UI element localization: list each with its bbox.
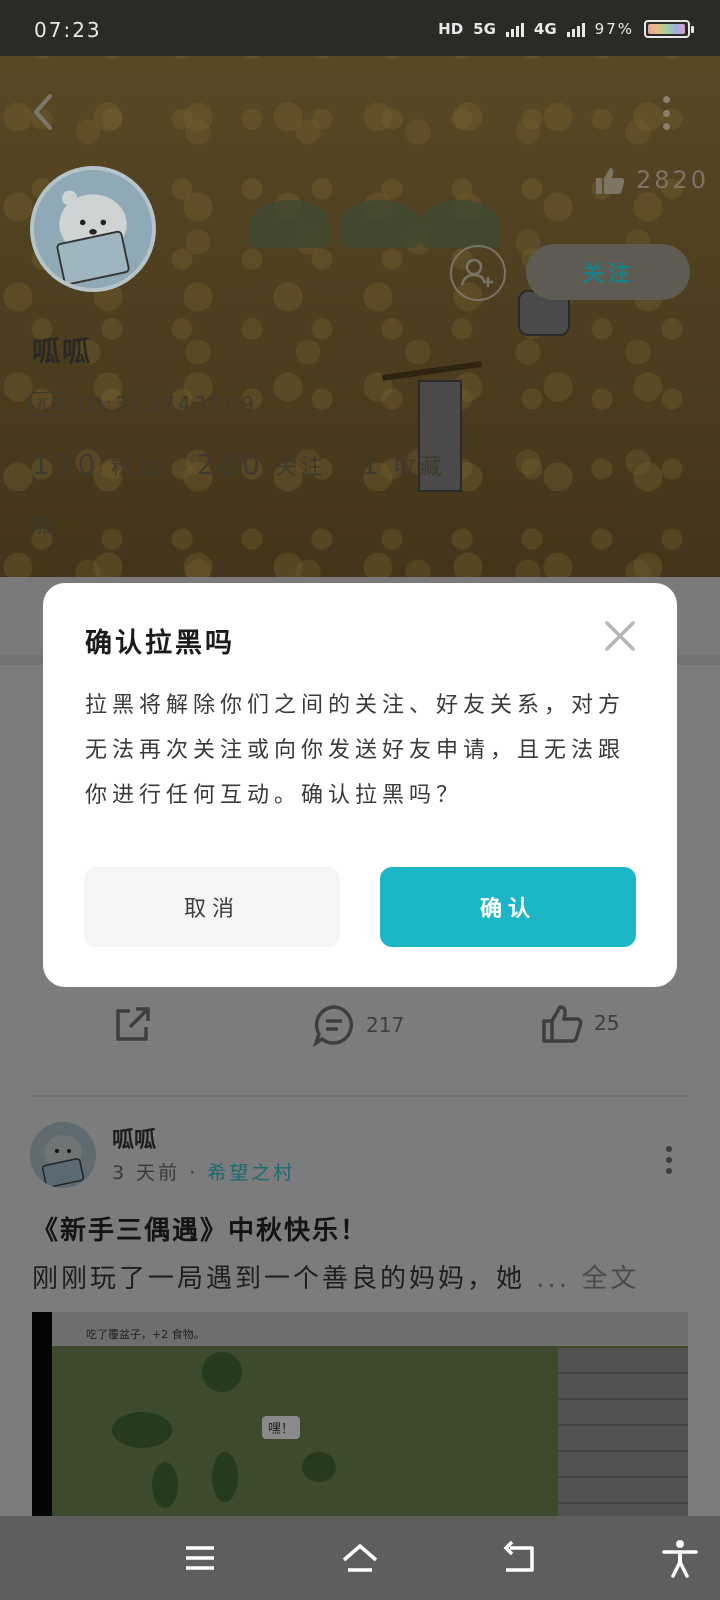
like-button[interactable]: 25 (540, 1001, 619, 1045)
back-button[interactable] (26, 90, 62, 134)
menu-button[interactable] (180, 1538, 220, 1578)
comment-count: 217 (366, 1013, 405, 1037)
etiquette-badge: 礼仪 (30, 392, 72, 416)
scene-bush (420, 200, 500, 248)
post-meta-separator: · (189, 1162, 199, 1184)
back-icon (503, 1540, 534, 1572)
profile-id: ID:365743709 (78, 392, 257, 416)
confirm-block-button[interactable]: 确认 (380, 867, 636, 947)
post-divider (30, 1095, 690, 1097)
bear-avatar-icon (34, 170, 152, 288)
post-author-name[interactable]: 呱呱 (112, 1122, 156, 1154)
post-time: 3 天前 (112, 1162, 181, 1184)
game-tree (212, 1452, 238, 1502)
game-tree (202, 1352, 242, 1392)
game-speech-bubble: 嘿！ (262, 1416, 301, 1439)
dialog-message: 拉黑将解除你们之间的关注、好友关系，对方无法再次关注或向你发送好友申请，且无法跟… (85, 693, 626, 808)
system-nav-bar (0, 1516, 720, 1600)
avatar[interactable] (30, 166, 156, 292)
signal-4g-label: 4G (533, 20, 557, 38)
dialog-close-button[interactable] (603, 619, 637, 653)
likes-number: 2820 (636, 166, 710, 194)
dot-icon (666, 1146, 672, 1152)
stat-number: 1 (360, 448, 384, 481)
status-bar: 07:23 HD 5G 4G 97% (0, 0, 720, 56)
follow-button[interactable]: 关注 (526, 244, 690, 300)
stat-label: 关注 (274, 455, 327, 480)
profile-bio: 呱 (32, 514, 55, 539)
home-icon (342, 1544, 378, 1572)
read-more-link[interactable]: ... 全文 (536, 1264, 639, 1294)
share-button[interactable] (112, 1003, 154, 1045)
bear-avatar-icon (30, 1122, 96, 1188)
dot-icon (662, 109, 670, 117)
stat-label: 粉丝 (110, 455, 163, 480)
post-meta: 3 天前 · 希望之村 (112, 1158, 295, 1185)
post-excerpt[interactable]: 刚刚玩了一局遇到一个善良的妈妈，她 ... 全文 (32, 1258, 639, 1295)
post-topic-tag[interactable]: 希望之村 (207, 1162, 295, 1184)
thumbs-up-icon (596, 168, 625, 194)
post-author-avatar[interactable] (30, 1122, 96, 1188)
stat-number: 280 (196, 448, 265, 481)
thumbs-up-outline-icon (542, 1005, 583, 1043)
likes-count[interactable]: 2820 (594, 164, 709, 196)
signal-5g-icon (505, 21, 524, 37)
battery-icon (644, 20, 694, 38)
signal-5g-label: 5G (473, 20, 496, 38)
more-options-button[interactable] (656, 96, 676, 130)
menu-icon (186, 1546, 214, 1570)
game-tree (112, 1412, 172, 1448)
post-title[interactable]: 《新手三偶遇》中秋快乐！ (32, 1210, 368, 1247)
accessibility-button[interactable] (660, 1538, 700, 1578)
close-icon (605, 621, 635, 651)
dialog-title: 确认拉黑吗 (85, 628, 235, 659)
game-stone-floor (558, 1348, 688, 1522)
post-action-bar: 217 25 (0, 987, 720, 1057)
profile-id-row: 礼仪 ID:365743709 (30, 392, 257, 416)
game-hint-text: 吃了覆盆子，+2 食物。 (86, 1328, 205, 1341)
accessibility-icon (662, 1540, 698, 1578)
add-friend-button[interactable] (450, 245, 506, 301)
cancel-button[interactable]: 取消 (84, 867, 340, 947)
status-time: 07:23 (34, 18, 102, 42)
stat-favorites[interactable]: 1 收藏 (361, 448, 446, 481)
status-icons: HD 5G 4G 97% (438, 20, 694, 38)
signal-4g-icon (566, 21, 585, 37)
stat-fans[interactable]: 130 粉丝 (32, 448, 162, 481)
post-more-button[interactable] (666, 1146, 674, 1174)
hd-indicator: HD (438, 20, 464, 38)
stat-number: 130 (32, 448, 101, 481)
share-icon (116, 1007, 150, 1041)
game-tree (302, 1452, 336, 1482)
dot-icon (662, 123, 670, 130)
dot-icon (662, 96, 670, 103)
stat-label: 收藏 (393, 455, 446, 480)
block-confirm-dialog: 确认拉黑吗 拉黑将解除你们之间的关注、好友关系，对方无法再次关注或向你发送好友申… (43, 583, 677, 987)
chevron-left-icon (34, 94, 52, 130)
profile-stats: 130 粉丝 280 关注 1 收藏 (32, 448, 446, 481)
game-tree (152, 1462, 178, 1508)
scene-bush (250, 200, 330, 248)
profile-username: 呱呱 (32, 335, 93, 368)
battery-percent: 97% (594, 20, 634, 38)
scene-bush (340, 200, 420, 248)
add-user-icon (460, 258, 493, 287)
dot-icon (666, 1157, 672, 1163)
post-excerpt-text: 刚刚玩了一局遇到一个善良的妈妈，她 (32, 1264, 526, 1294)
post-image[interactable]: 吃了覆盆子，+2 食物。 嘿！ (32, 1312, 688, 1522)
profile-header: 07:23 HD 5G 4G 97% 2820 关注 呱呱 礼仪 ID:3657… (0, 0, 720, 577)
stat-following[interactable]: 280 关注 (196, 448, 326, 481)
home-button[interactable] (340, 1538, 380, 1578)
comment-button[interactable]: 217 (312, 1003, 404, 1047)
comment-icon (312, 1005, 354, 1047)
dot-icon (666, 1168, 672, 1174)
like-count: 25 (594, 1011, 620, 1035)
back-nav-button[interactable] (500, 1538, 540, 1578)
